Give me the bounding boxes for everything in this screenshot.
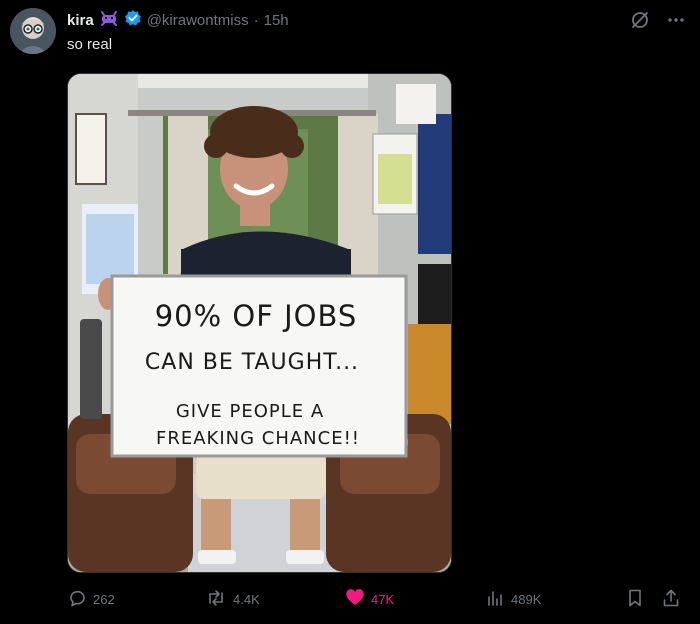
repost-icon (205, 588, 227, 611)
views-count: 489K (511, 592, 542, 607)
author-name[interactable]: kira (67, 12, 94, 29)
tweet-top-actions (630, 10, 686, 35)
author-handle[interactable]: @kirawontmiss (147, 12, 249, 29)
repost-button[interactable]: 4.4K (205, 588, 260, 611)
share-icon (661, 588, 681, 611)
avatar-illustration (10, 8, 56, 54)
bookmark-icon (625, 588, 645, 611)
more-options-icon[interactable] (666, 10, 686, 35)
like-count: 47K (371, 592, 395, 607)
tweet-image[interactable]: 90% OF JOBS CAN BE TAUGHT... GIVE PEOPLE… (67, 73, 452, 573)
reply-icon (67, 588, 87, 611)
views-chart-icon (485, 588, 505, 611)
alien-emoji-icon (99, 10, 119, 30)
repost-count: 4.4K (233, 592, 260, 607)
sign-line-1: 90% OF JOBS (155, 299, 358, 333)
views-button[interactable]: 489K (485, 588, 541, 611)
heart-filled-icon (345, 588, 365, 611)
tweet-action-bar: 262 4.4K 47K 489K (67, 588, 687, 610)
grok-icon[interactable] (630, 10, 650, 35)
sign-line-2: CAN BE TAUGHT... (145, 350, 359, 375)
like-button[interactable]: 47K (345, 588, 394, 611)
tweet-timestamp[interactable]: 15h (264, 12, 289, 29)
reply-count: 262 (93, 592, 115, 607)
tweet-header: kira @kirawontmiss · 15h (67, 10, 289, 30)
header-separator: · (253, 11, 259, 29)
verified-badge-icon (124, 9, 142, 31)
sign-line-4: FREAKING CHANCE!! (156, 428, 360, 449)
bookmark-button[interactable] (625, 588, 645, 611)
photo-illustration: 90% OF JOBS CAN BE TAUGHT... GIVE PEOPLE… (68, 74, 451, 572)
share-button[interactable] (661, 588, 681, 611)
reply-button[interactable]: 262 (67, 588, 115, 611)
sign-line-3: GIVE PEOPLE A (176, 401, 324, 422)
author-avatar[interactable] (10, 8, 56, 54)
tweet-text: so real (67, 36, 113, 53)
